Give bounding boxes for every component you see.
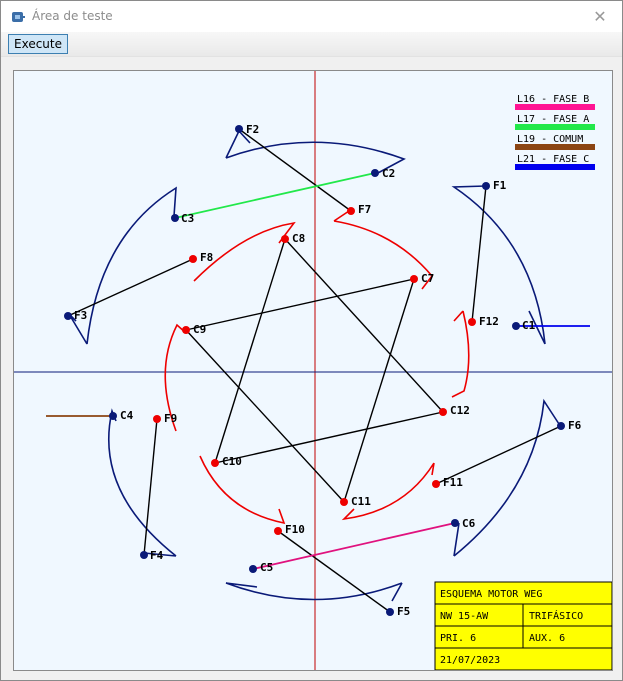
legend-label-l17: L17 - FASE A bbox=[517, 114, 589, 125]
terminal-c8[interactable] bbox=[281, 235, 289, 243]
title-block-phase: TRIFÁSICO bbox=[529, 609, 583, 622]
terminal-f10[interactable] bbox=[274, 527, 282, 535]
label-f9: F9 bbox=[164, 412, 177, 425]
legend-swatch-l21 bbox=[515, 164, 595, 170]
terminal-f4[interactable] bbox=[140, 551, 148, 559]
label-c1: C1 bbox=[522, 319, 536, 332]
title-block-heading: ESQUEMA MOTOR WEG bbox=[440, 589, 542, 600]
title-block-date: 21/07/2023 bbox=[440, 655, 500, 666]
title-block: ESQUEMA MOTOR WEG NW 15-AW TRIFÁSICO PRI… bbox=[434, 581, 612, 670]
terminal-f3[interactable] bbox=[64, 312, 72, 320]
wire-f10-f5 bbox=[277, 530, 391, 613]
label-c11: C11 bbox=[351, 495, 371, 508]
legend-label-l16: L16 - FASE B bbox=[517, 94, 589, 105]
close-icon[interactable]: ✕ bbox=[578, 1, 622, 32]
label-f12: F12 bbox=[479, 315, 499, 328]
label-c10: C10 bbox=[222, 455, 242, 468]
legend: L16 - FASE B L17 - FASE A L19 - COMUM L2… bbox=[515, 94, 595, 170]
label-f5: F5 bbox=[397, 605, 410, 618]
app-icon bbox=[12, 12, 25, 22]
motor-schematic: F2 C2 F1 C3 F3 C1 C4 F6 F4 C6 C5 F5 F7 C… bbox=[14, 71, 612, 670]
title-block-model: NW 15-AW bbox=[440, 611, 489, 622]
window-title: Área de teste bbox=[32, 9, 113, 23]
terminal-f6[interactable] bbox=[557, 422, 565, 430]
wire-f3-f8 bbox=[67, 258, 194, 317]
terminal-c5[interactable] bbox=[249, 565, 257, 573]
label-c5: C5 bbox=[260, 561, 273, 574]
wire-c10-c12 bbox=[214, 411, 444, 464]
wire-f2-f7 bbox=[238, 128, 352, 212]
toolbar: Execute bbox=[1, 32, 622, 57]
terminal-c12[interactable] bbox=[439, 408, 447, 416]
terminal-f1[interactable] bbox=[482, 182, 490, 190]
terminal-c7[interactable] bbox=[410, 275, 418, 283]
terminal-f2[interactable] bbox=[235, 125, 243, 133]
execute-button[interactable]: Execute bbox=[8, 34, 68, 54]
legend-swatch-l19 bbox=[515, 144, 595, 150]
legend-label-l21: L21 - FASE C bbox=[517, 154, 589, 165]
drawing-canvas[interactable]: F2 C2 F1 C3 F3 C1 C4 F6 F4 C6 C5 F5 F7 C… bbox=[13, 70, 613, 671]
label-f1: F1 bbox=[493, 179, 507, 192]
inner-coil-right bbox=[451, 310, 470, 398]
terminal-f9[interactable] bbox=[153, 415, 161, 423]
phase-b-line bbox=[252, 522, 456, 570]
label-c6: C6 bbox=[462, 517, 476, 530]
label-c8: C8 bbox=[292, 232, 305, 245]
label-c2: C2 bbox=[382, 167, 395, 180]
wire-f9-f4 bbox=[143, 418, 158, 556]
title-bar: Área de teste ✕ bbox=[1, 1, 622, 32]
label-c9: C9 bbox=[193, 323, 206, 336]
wire-c8-c12 bbox=[284, 238, 444, 413]
outer-coil-bottom bbox=[225, 582, 403, 602]
label-f3: F3 bbox=[74, 309, 87, 322]
terminal-c2[interactable] bbox=[371, 169, 379, 177]
label-f4: F4 bbox=[150, 549, 164, 562]
terminal-c3[interactable] bbox=[171, 214, 179, 222]
legend-swatch-l16 bbox=[515, 104, 595, 110]
label-f2: F2 bbox=[246, 123, 259, 136]
wire-c8-c10 bbox=[214, 238, 286, 464]
terminal-c10[interactable] bbox=[211, 459, 219, 467]
label-c7: C7 bbox=[421, 272, 434, 285]
terminal-f8[interactable] bbox=[189, 255, 197, 263]
legend-label-l19: L19 - COMUM bbox=[517, 134, 583, 145]
wire-c7-c11 bbox=[343, 278, 415, 503]
legend-swatch-l17 bbox=[515, 124, 595, 130]
wire-c9-c11 bbox=[185, 329, 345, 503]
terminal-f5[interactable] bbox=[386, 608, 394, 616]
terminal-c11[interactable] bbox=[340, 498, 348, 506]
terminal-c9[interactable] bbox=[182, 326, 190, 334]
terminal-f7[interactable] bbox=[347, 207, 355, 215]
label-f8: F8 bbox=[200, 251, 213, 264]
label-f6: F6 bbox=[568, 419, 582, 432]
terminal-c1[interactable] bbox=[512, 322, 520, 330]
outer-coil-left bbox=[108, 408, 177, 557]
label-f10: F10 bbox=[285, 523, 305, 536]
label-c4: C4 bbox=[120, 409, 134, 422]
label-c12: C12 bbox=[450, 404, 470, 417]
terminal-f12[interactable] bbox=[468, 318, 476, 326]
title-block-pri: PRI. 6 bbox=[440, 633, 476, 644]
terminal-labels: F2 C2 F1 C3 F3 C1 C4 F6 F4 C6 C5 F5 F7 C… bbox=[74, 123, 582, 618]
terminal-c4[interactable] bbox=[109, 412, 117, 420]
label-c3: C3 bbox=[181, 212, 194, 225]
phase-a-line bbox=[174, 172, 376, 219]
terminal-f11[interactable] bbox=[432, 480, 440, 488]
label-f11: F11 bbox=[443, 476, 463, 489]
label-f7: F7 bbox=[358, 203, 371, 216]
outer-coils bbox=[68, 129, 560, 602]
inner-coil-bottom-right bbox=[341, 462, 435, 521]
title-block-aux: AUX. 6 bbox=[529, 633, 565, 644]
outer-coil-right-low bbox=[453, 398, 560, 557]
terminal-c6[interactable] bbox=[451, 519, 459, 527]
wire-c9-c7 bbox=[185, 278, 415, 331]
